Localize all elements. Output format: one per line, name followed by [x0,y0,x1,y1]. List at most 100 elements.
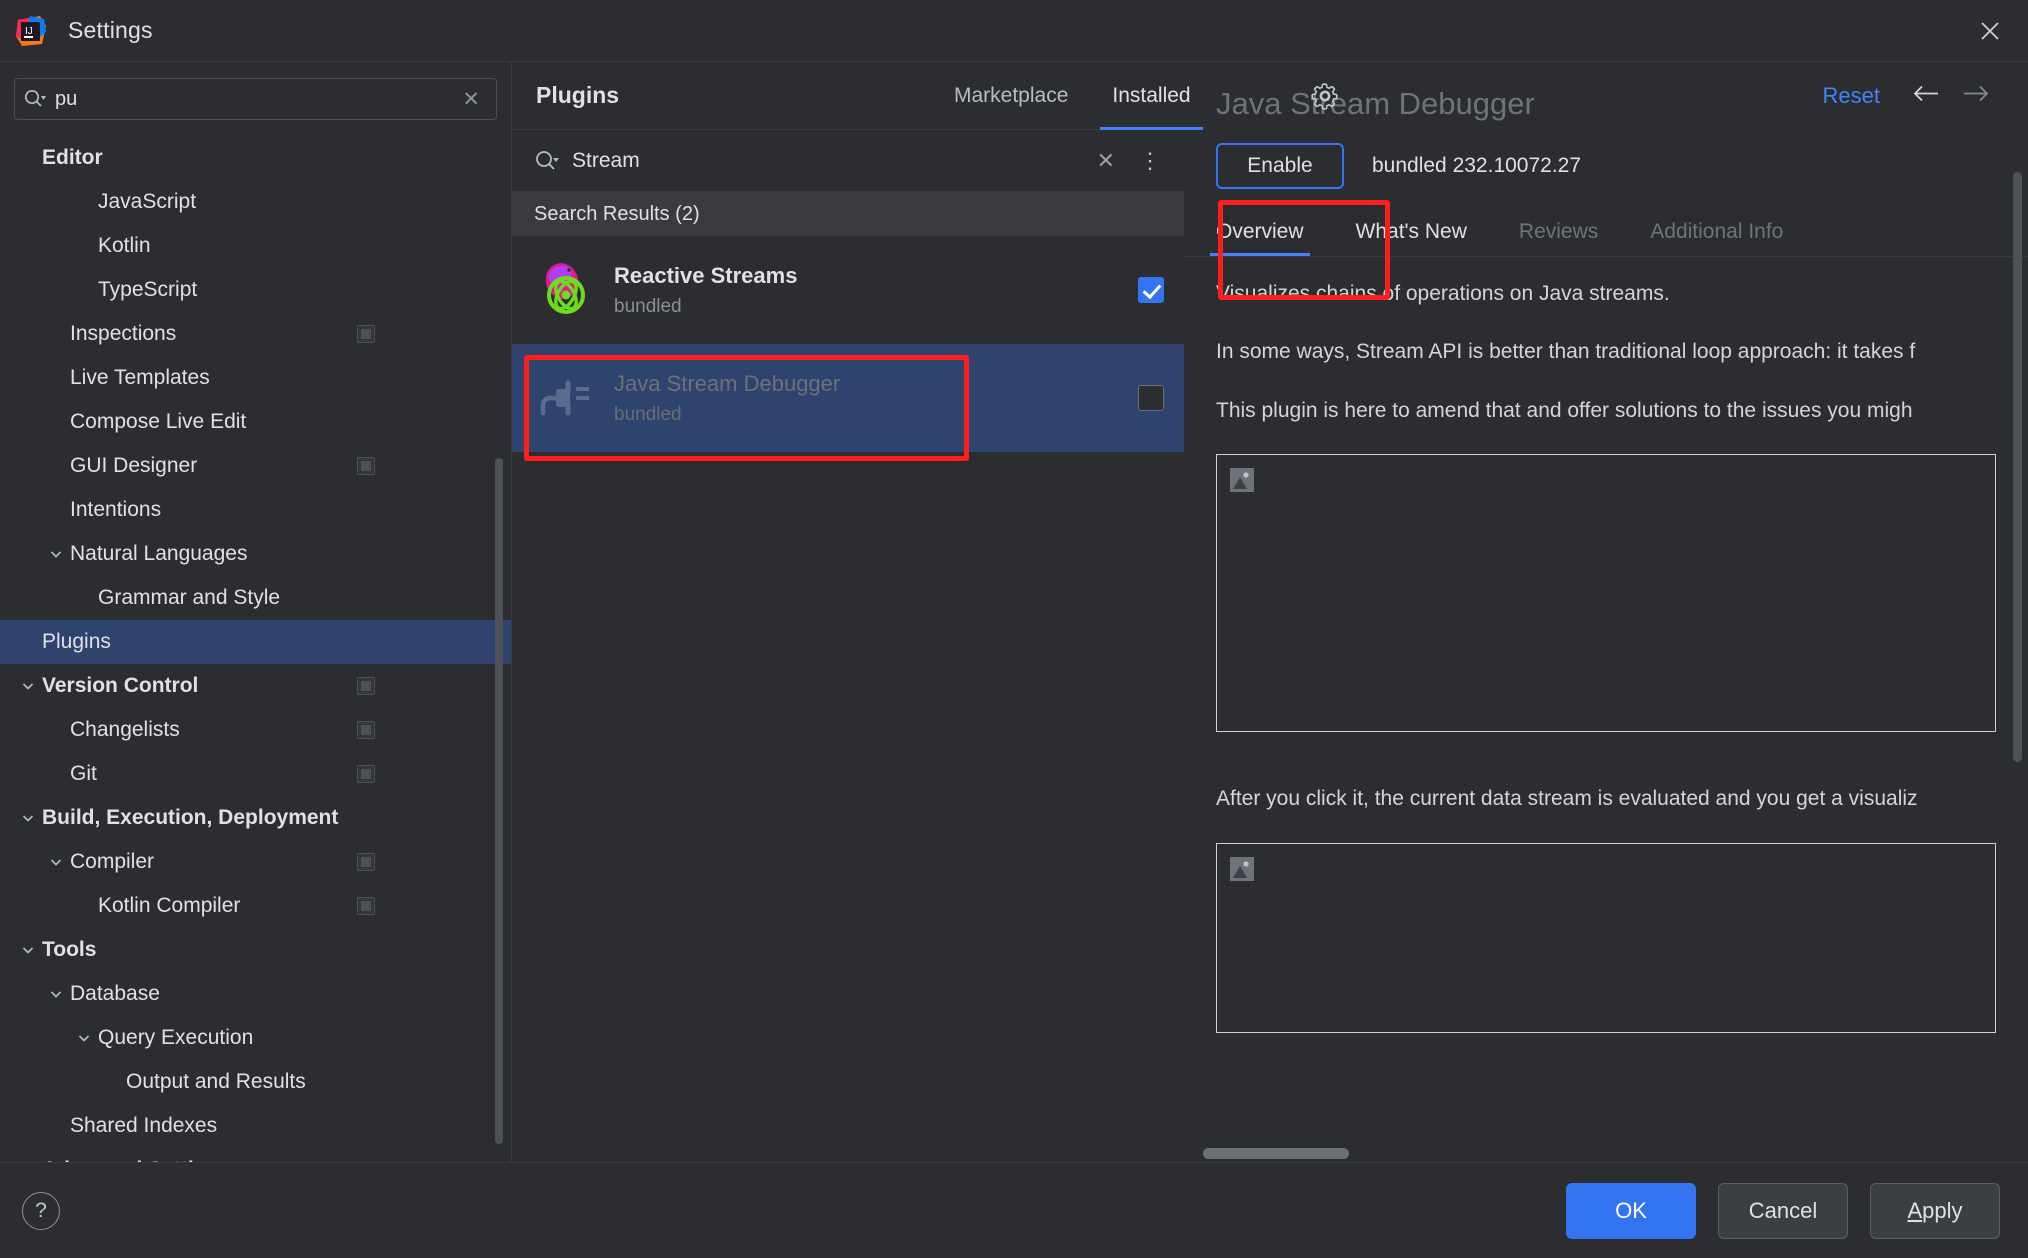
description-paragraph: In some ways, Stream API is better than … [1216,340,1916,364]
tab-marketplace[interactable]: Marketplace [932,62,1090,130]
detail-tab-additional-info[interactable]: Additional Info [1650,208,1809,256]
sidebar-item-intentions[interactable]: Intentions [0,488,511,532]
sidebar-item-editor[interactable]: Editor [0,136,511,180]
plugin-detail-tabs[interactable]: Overview What's New Reviews Additional Info [1210,208,2028,256]
reset-button[interactable]: Reset [1823,83,1880,109]
sidebar-item-badge-icon [357,765,375,783]
chevron-down-icon[interactable] [14,678,42,694]
reactive-streams-icon [536,259,598,321]
plugin-list[interactable]: Reactive Streams bundled Java Stream Debug… [512,236,1184,1162]
sidebar-item-label: Version Control [42,674,199,697]
sidebar-item-grammar-and-style[interactable]: Grammar and Style [0,576,511,620]
sidebar-item-build-execution-deployment[interactable]: Build, Execution, Deployment [0,796,511,840]
sidebar-item-kotlin[interactable]: Kotlin [0,224,511,268]
plugin-enabled-checkbox[interactable] [1138,277,1164,303]
clear-icon[interactable]: ✕ [454,87,488,112]
svg-text:IJ: IJ [25,26,33,37]
plugin-source-tabs[interactable]: Marketplace Installed [932,62,1213,130]
plugin-meta: Java Stream Debugger bundled [614,370,1138,427]
sidebar-item-changelists[interactable]: Changelists [0,708,511,752]
sidebar-item-shared-indexes[interactable]: Shared Indexes [0,1104,511,1148]
gear-icon[interactable] [1305,76,1345,116]
sidebar-item-javascript[interactable]: JavaScript [0,180,511,224]
sidebar-item-label: Intentions [70,498,162,521]
chevron-down-icon[interactable] [70,1030,98,1046]
sidebar-item-version-control[interactable]: Version Control [0,664,511,708]
intellij-idea-logo: IJ [14,14,48,48]
sidebar-item-label: Output and Results [126,1070,306,1093]
detail-tab-what-s-new[interactable]: What's New [1356,208,1493,256]
apply-mnemonic: A [1907,1197,1923,1223]
chevron-down-icon[interactable] [42,986,70,1002]
sidebar-item-natural-languages[interactable]: Natural Languages [0,532,511,576]
detail-tab-reviews[interactable]: Reviews [1519,208,1624,256]
sidebar-item-gui-designer[interactable]: GUI Designer [0,444,511,488]
ok-button[interactable]: OK [1566,1182,1696,1239]
enable-button[interactable]: Enable [1216,143,1344,189]
sidebar-item-query-execution[interactable]: Query Execution [0,1016,511,1060]
plugin-plug-icon [536,367,598,429]
settings-dialog: IJ Settings pu ✕ Editor JavaScript Kotli… [0,0,2028,1258]
detail-horizontal-scrollbar[interactable] [1203,1148,1349,1159]
sidebar-item-badge-icon [357,457,375,475]
arrow-left-icon[interactable] [1910,82,1944,111]
sidebar-item-compose-live-edit[interactable]: Compose Live Edit [0,400,511,444]
tab-installed[interactable]: Installed [1090,62,1212,130]
sidebar-item-badge-icon [357,721,375,739]
page-title: Plugins [536,82,620,108]
plugin-search-box[interactable]: Stream ✕ ⋮ [512,130,1184,192]
detail-tab-overview[interactable]: Overview [1210,208,1330,256]
settings-tree[interactable]: Editor JavaScript Kotlin TypeScript Inspecti… [0,132,511,1162]
help-button[interactable]: ? [22,1191,60,1230]
sidebar-item-kotlin-compiler[interactable]: Kotlin Compiler [0,884,511,928]
sidebar-item-label: Query Execution [98,1026,254,1049]
sidebar-item-badge-icon [357,897,375,915]
clear-icon[interactable]: ✕ [1085,148,1127,174]
plugin-list-item[interactable]: Java Stream Debugger bundled [512,344,1184,452]
sidebar-item-label: Natural Languages [70,542,248,565]
sidebar-item-label: Git [70,762,97,785]
plugin-detail-actions: Enable bundled 232.10072.27 [1216,140,2028,192]
sidebar-item-tools[interactable]: Tools [0,928,511,972]
description-paragraph: Visualizes chains of operations on Java … [1216,282,1670,305]
sidebar-item-compiler[interactable]: Compiler [0,840,511,884]
sidebar-item-git[interactable]: Git [0,752,511,796]
plugin-enabled-checkbox[interactable] [1138,385,1164,411]
sidebar-item-label: Compose Live Edit [70,410,247,433]
sidebar-item-advanced-settings[interactable]: Advanced Settings [0,1148,511,1162]
chevron-down-icon[interactable] [14,942,42,958]
sidebar-item-live-templates[interactable]: Live Templates [0,356,511,400]
dialog-footer: ? OK Cancel Apply [0,1162,2028,1258]
chevron-down-icon[interactable] [14,810,42,826]
description-paragraph: After you click it, the current data str… [1216,787,1918,811]
sidebar-item-inspections[interactable]: Inspections [0,312,511,356]
apply-button[interactable]: Apply [1870,1182,2000,1239]
sidebar-item-label: Editor [42,146,103,169]
image-placeholder-icon [1229,467,1255,493]
sidebar-item-label: Compiler [70,850,155,873]
sidebar-item-badge-icon [357,853,375,871]
more-options-icon[interactable]: ⋮ [1127,148,1174,174]
sidebar-item-label: Inspections [70,322,177,345]
cancel-button[interactable]: Cancel [1718,1182,1848,1239]
sidebar-item-database[interactable]: Database [0,972,511,1016]
close-icon[interactable] [1968,9,2012,53]
sidebar-scrollbar[interactable] [495,458,503,1144]
plugin-search-input[interactable]: Stream [572,149,1085,173]
settings-sidebar: pu ✕ Editor JavaScript Kotlin TypeScript Ins… [0,62,512,1162]
window-title: Settings [68,17,153,43]
chevron-down-icon[interactable] [42,854,70,870]
detail-vertical-scrollbar[interactable] [2013,172,2022,762]
search-results-header: Search Results (2) [512,192,1184,236]
sidebar-item-label: Tools [42,938,97,961]
settings-search-box[interactable]: pu ✕ [14,78,497,120]
plugin-name: Java Stream Debugger [614,370,841,396]
sidebar-item-output-and-results[interactable]: Output and Results [0,1060,511,1104]
arrow-right-icon[interactable] [1958,82,1992,111]
plugin-list-item[interactable]: Reactive Streams bundled [512,236,1184,344]
sidebar-item-plugins[interactable]: Plugins [0,620,511,664]
sidebar-item-typescript[interactable]: TypeScript [0,268,511,312]
search-icon [23,88,49,110]
chevron-down-icon[interactable] [42,546,70,562]
settings-search-input[interactable]: pu [55,88,454,111]
